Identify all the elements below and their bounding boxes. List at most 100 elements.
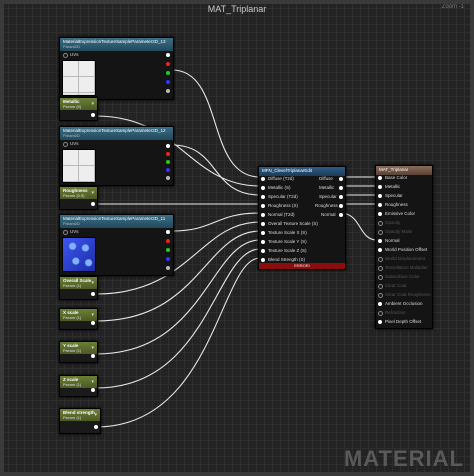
node-subtitle: Param (1) xyxy=(63,315,82,320)
collapse-arrow-icon[interactable]: ▾ xyxy=(94,412,97,418)
output-pin[interactable] xyxy=(91,354,95,358)
output-label-specular: Specular xyxy=(319,194,337,199)
collapse-arrow-icon[interactable]: ▾ xyxy=(91,312,94,318)
input-label-roughness: Roughness (S) xyxy=(268,203,299,208)
material-input-pin[interactable] xyxy=(378,302,382,306)
output-pin-specular[interactable] xyxy=(339,195,343,199)
input-pin-overall-scale[interactable] xyxy=(261,222,265,226)
output-g-pin[interactable] xyxy=(166,248,170,252)
material-input-label: Clear Coat Roughness xyxy=(385,292,431,297)
wire-normal xyxy=(171,212,261,232)
output-r-pin[interactable] xyxy=(166,152,170,156)
collapse-arrow-icon[interactable]: ▾ xyxy=(91,190,94,196)
output-a-pin[interactable] xyxy=(166,176,170,180)
uv-input-pin[interactable] xyxy=(63,53,68,58)
material-input-pin[interactable] xyxy=(378,275,383,280)
output-b-pin[interactable] xyxy=(166,80,170,84)
collapse-arrow-icon[interactable]: ▾ xyxy=(91,101,94,107)
material-input-pin[interactable] xyxy=(378,284,383,289)
texture-sample-node-12[interactable]: MaterialExpressionTextureSampleParameter… xyxy=(59,126,174,186)
output-g-pin[interactable] xyxy=(166,71,170,75)
error-bar: ERROR! xyxy=(259,263,345,269)
scalar-node-overall-scale[interactable]: Overall Scale Param (1) ▾ xyxy=(59,276,98,300)
input-pin-diffuse[interactable] xyxy=(261,177,265,181)
scalar-node-z-scale[interactable]: Z scale Param (1) ▾ xyxy=(59,375,98,397)
input-pin-roughness[interactable] xyxy=(261,204,265,208)
output-g-pin[interactable] xyxy=(166,160,170,164)
material-input-pin[interactable] xyxy=(378,203,382,207)
output-pin[interactable] xyxy=(91,321,95,325)
node-header: MaterialExpressionTextureSampleParameter… xyxy=(60,127,173,140)
output-pin-metallic[interactable] xyxy=(339,186,343,190)
output-pin-normal[interactable] xyxy=(339,213,343,217)
scalar-node-y-scale[interactable]: Y scale Param (1) ▾ xyxy=(59,341,98,363)
input-pin-scale-y[interactable] xyxy=(261,240,265,244)
uv-input-pin[interactable] xyxy=(63,230,68,235)
output-rgb-pin[interactable] xyxy=(166,53,170,57)
material-input-pin[interactable] xyxy=(378,194,382,198)
material-input-pin[interactable] xyxy=(378,266,383,271)
wire-diffuse xyxy=(171,69,261,178)
output-pin[interactable] xyxy=(94,425,98,429)
input-pin-scale-x[interactable] xyxy=(261,231,265,235)
material-input-pin[interactable] xyxy=(378,293,383,298)
scalar-node-metallic[interactable]: Metallic Param (0) ▾ xyxy=(59,97,98,121)
material-input-pin[interactable] xyxy=(378,257,383,262)
output-pin[interactable] xyxy=(91,388,95,392)
material-input-pin[interactable] xyxy=(378,230,383,235)
output-b-pin[interactable] xyxy=(166,257,170,261)
input-label-metallic: Metallic (S) xyxy=(268,185,291,190)
output-pin[interactable] xyxy=(91,113,95,117)
input-pin-normal[interactable] xyxy=(261,213,265,217)
output-label-roughness: Roughness xyxy=(315,203,338,208)
material-input-label: Clear Coat xyxy=(385,283,407,288)
material-input-pin[interactable] xyxy=(378,185,382,189)
output-r-pin[interactable] xyxy=(166,62,170,66)
node-header: MAT_Triplanar xyxy=(376,166,432,175)
output-label-diffuse: Diffuse xyxy=(319,176,333,181)
output-r-pin[interactable] xyxy=(166,239,170,243)
output-pin[interactable] xyxy=(91,292,95,296)
material-input-pin[interactable] xyxy=(378,248,382,252)
material-input-label: Normal xyxy=(385,238,400,243)
output-a-pin[interactable] xyxy=(166,266,170,270)
output-pin[interactable] xyxy=(91,202,95,206)
material-input-pin[interactable] xyxy=(378,311,383,316)
texture-preview-checker xyxy=(62,149,96,183)
uv-input-pin[interactable] xyxy=(63,142,68,147)
material-input-pin[interactable] xyxy=(378,221,383,226)
output-rgb-pin[interactable] xyxy=(166,144,170,148)
scalar-node-roughness[interactable]: Roughness Param (0.5) ▾ xyxy=(59,186,98,210)
material-input-pin[interactable] xyxy=(378,176,382,180)
output-pin-roughness[interactable] xyxy=(339,204,343,208)
output-pin-diffuse[interactable] xyxy=(339,177,343,181)
uv-label: UVs xyxy=(70,229,79,234)
texture-sample-node-11[interactable]: MaterialExpressionTextureSampleParameter… xyxy=(59,214,174,276)
material-input-label: Refraction xyxy=(385,310,406,315)
node-subtitle: Param (0) xyxy=(63,104,82,109)
texture-sample-node-13[interactable]: MaterialExpressionTextureSampleParameter… xyxy=(59,37,174,100)
input-pin-scale-z[interactable] xyxy=(261,249,265,253)
input-label-normal: Normal (T2d) xyxy=(268,212,295,217)
output-rgb-pin[interactable] xyxy=(166,230,170,234)
material-input-pin[interactable] xyxy=(378,239,382,243)
triplanar-function-node[interactable]: MFN_ClevelTriplanarEdit Diffuse (T2d) Me… xyxy=(258,166,346,270)
scalar-node-blend-strength[interactable]: Blend strength Param (1) ▾ xyxy=(59,408,101,434)
material-input-label: Ambient Occlusion xyxy=(385,301,423,306)
collapse-arrow-icon[interactable]: ▾ xyxy=(91,379,94,385)
input-pin-metallic[interactable] xyxy=(261,186,265,190)
input-label-scale-x: Texture Scale X (S) xyxy=(268,230,307,235)
scalar-node-x-scale[interactable]: X scale Param (1) ▾ xyxy=(59,308,98,330)
material-graph-canvas[interactable]: MaterialExpressionTextureSampleParameter… xyxy=(0,0,474,476)
material-input-pin[interactable] xyxy=(378,212,382,216)
collapse-arrow-icon[interactable]: ▾ xyxy=(91,345,94,351)
material-input-pin[interactable] xyxy=(378,320,382,324)
output-a-pin[interactable] xyxy=(166,89,170,93)
material-result-node[interactable]: MAT_Triplanar Base Color Metallic Specular… xyxy=(375,165,433,329)
input-pin-blend[interactable] xyxy=(261,258,265,262)
graph-title: MAT_Triplanar xyxy=(207,4,267,14)
output-b-pin[interactable] xyxy=(166,168,170,172)
collapse-arrow-icon[interactable]: ▾ xyxy=(91,280,94,286)
input-pin-specular[interactable] xyxy=(261,195,265,199)
node-header: MFN_ClevelTriplanarEdit xyxy=(259,167,345,176)
